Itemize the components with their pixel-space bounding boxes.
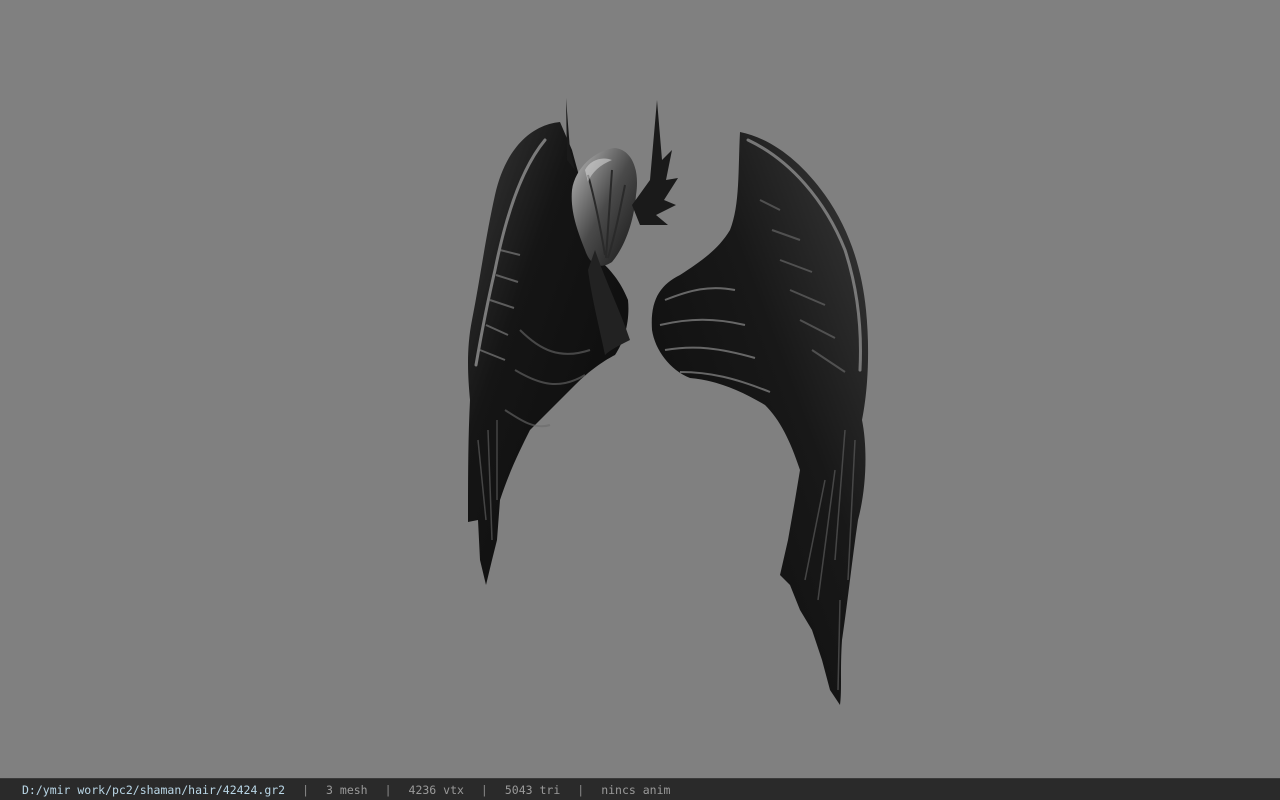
status-bar: D:/ymir work/pc2/shaman/hair/42424.gr2 |… <box>0 778 1280 800</box>
separator: | <box>480 782 488 797</box>
separator: | <box>384 782 392 797</box>
animation-status-label: nincs anim <box>601 782 671 797</box>
file-path-label: D:/ymir work/pc2/shaman/hair/42424.gr2 <box>22 782 286 797</box>
separator: | <box>577 782 585 797</box>
vertex-count-label: 4236 vtx <box>408 782 464 797</box>
separator: | <box>302 782 310 797</box>
wings-model-render[interactable] <box>0 0 1280 778</box>
mesh-count-label: 3 mesh <box>326 782 368 797</box>
right-wing <box>651 132 869 705</box>
3d-viewport[interactable] <box>0 0 1280 778</box>
triangle-count-label: 5043 tri <box>504 782 561 797</box>
